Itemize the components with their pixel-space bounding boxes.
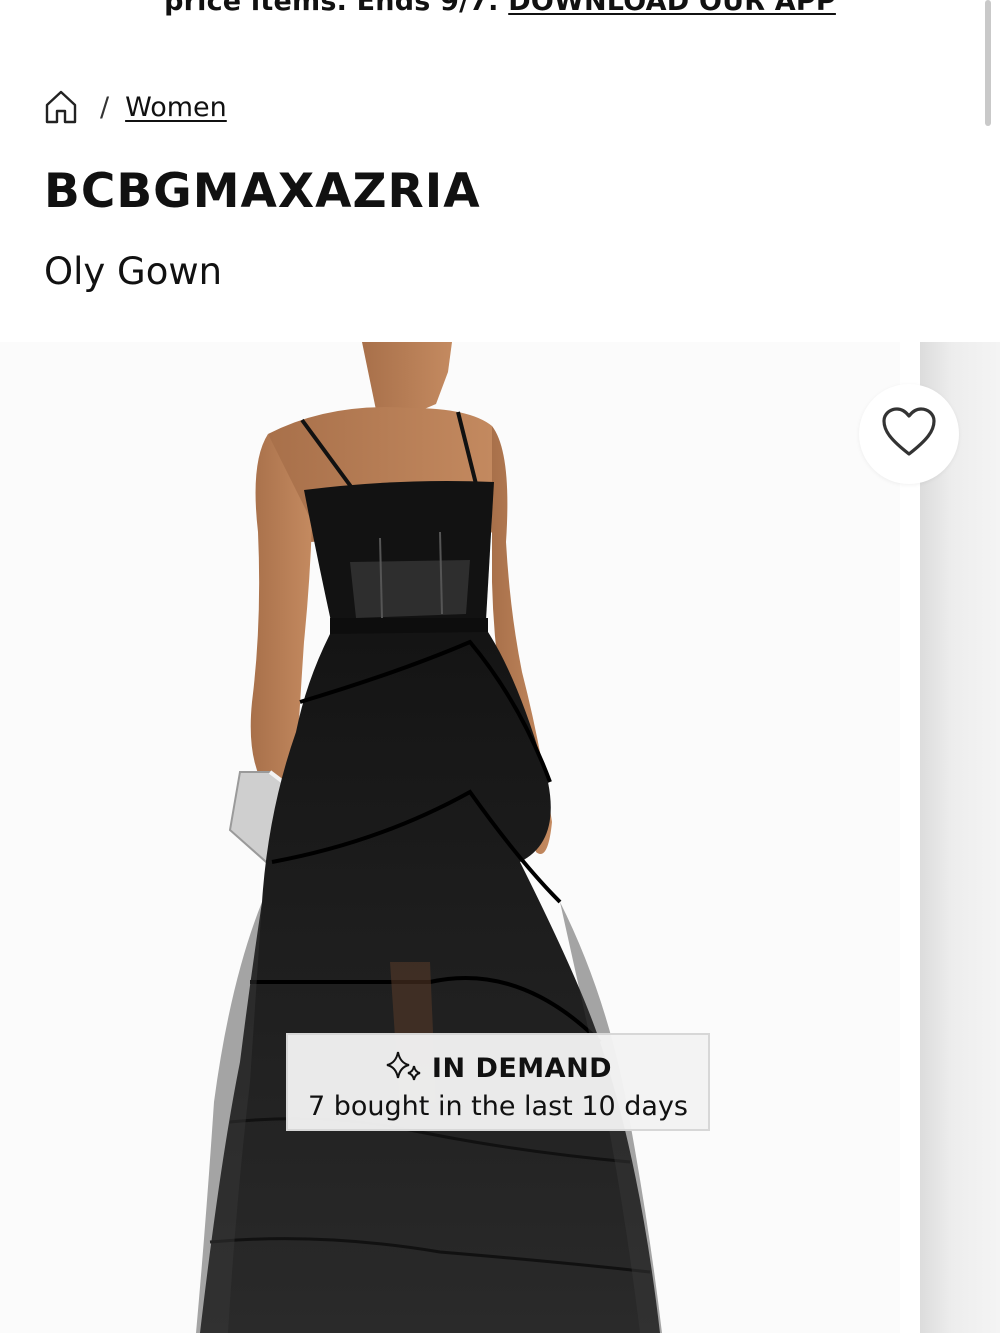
product-title: Oly Gown	[44, 250, 223, 293]
brand-name[interactable]: BCBGMAXAZRIA	[44, 164, 481, 219]
favorite-button[interactable]	[859, 384, 959, 484]
badge-subtitle: 7 bought in the last 10 days	[308, 1091, 688, 1122]
breadcrumb: / Women	[44, 86, 227, 128]
promo-banner: price items. Ends 9/7. DOWNLOAD OUR APP	[0, 0, 1000, 17]
sparkle-icon	[384, 1049, 424, 1087]
download-app-link[interactable]: DOWNLOAD OUR APP	[508, 0, 836, 17]
scrollbar[interactable]	[985, 0, 991, 126]
heart-outline-icon	[881, 406, 937, 462]
badge-title: IN DEMAND	[431, 1052, 613, 1084]
product-photo-next[interactable]	[920, 342, 1000, 1333]
gallery-gap	[900, 342, 920, 1333]
breadcrumb-separator: /	[100, 91, 110, 123]
in-demand-badge: IN DEMAND 7 bought in the last 10 days	[286, 1033, 710, 1131]
breadcrumb-women-link[interactable]: Women	[125, 92, 227, 123]
home-icon[interactable]	[44, 88, 78, 126]
product-photo-main[interactable]	[0, 342, 900, 1333]
promo-text: price items. Ends 9/7.	[164, 0, 499, 17]
product-image-gallery[interactable]	[0, 342, 1000, 1333]
